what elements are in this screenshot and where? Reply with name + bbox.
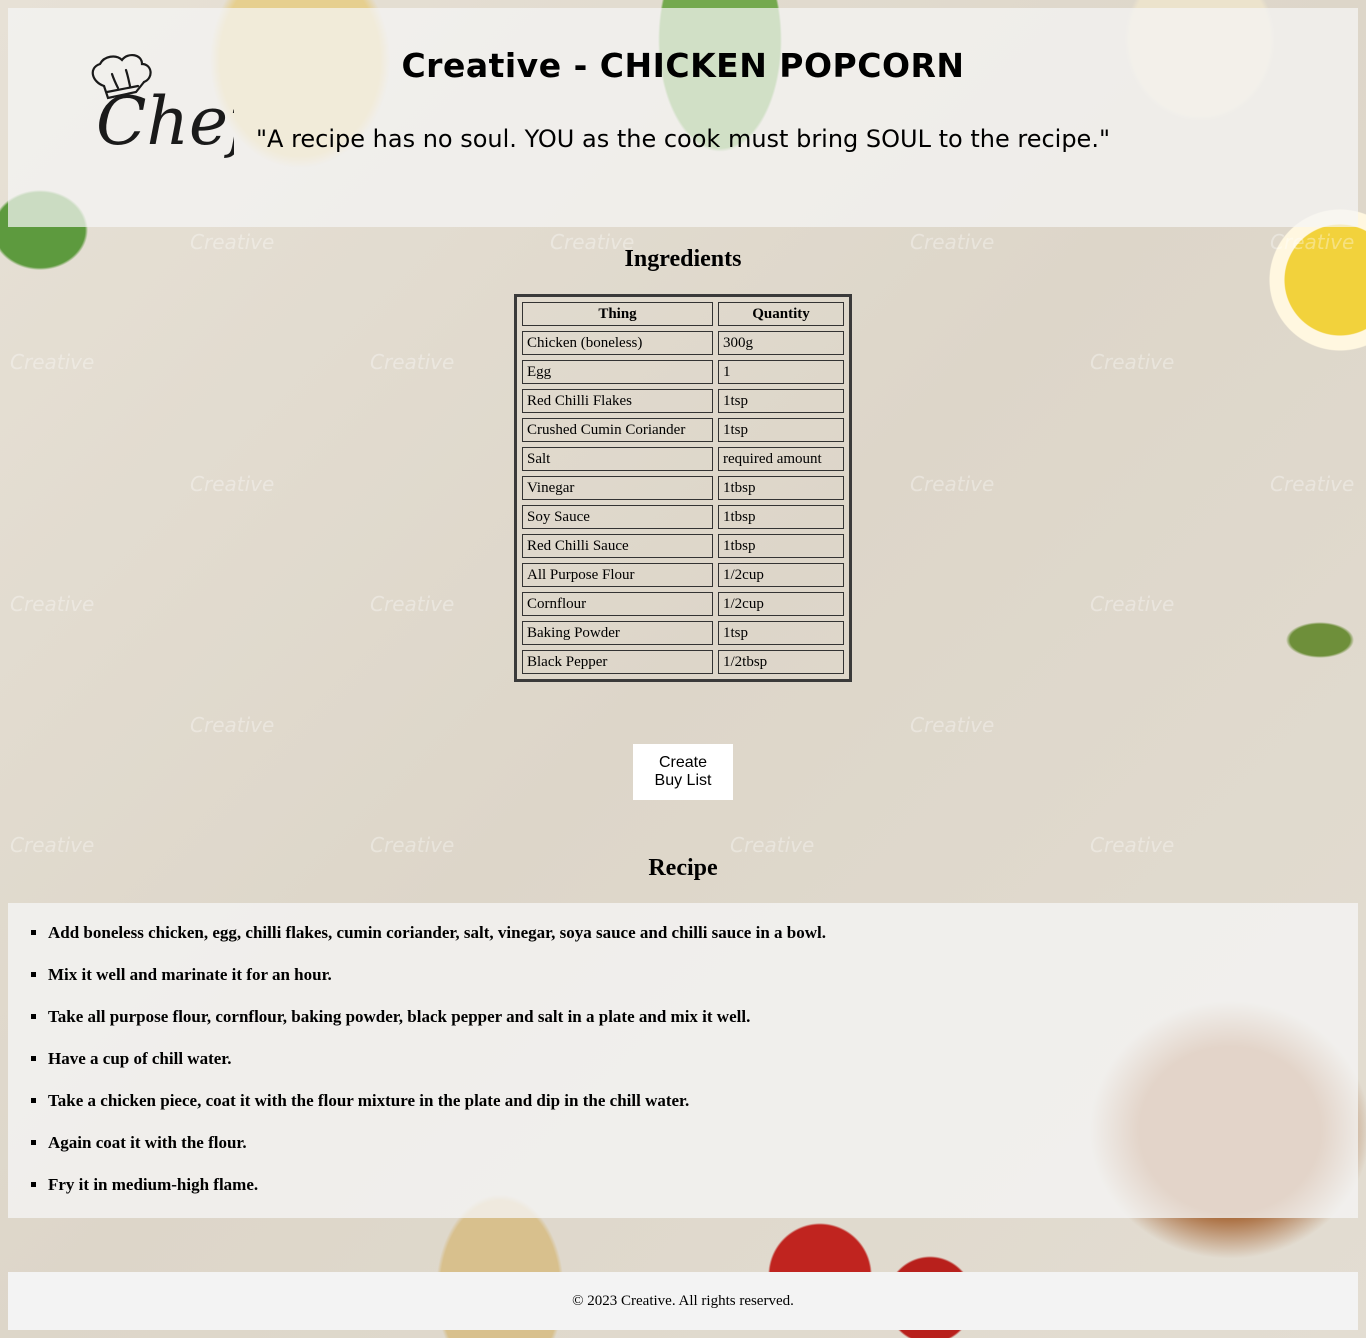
table-row: Red Chilli Sauce 1tbsp (522, 534, 844, 558)
column-header-thing: Thing (522, 302, 713, 326)
table-row: All Purpose Flour 1/2cup (522, 563, 844, 587)
ingredients-heading: Ingredients (624, 246, 742, 272)
ingredient-name: Egg (522, 360, 713, 384)
ingredient-quantity: 1/2cup (718, 563, 844, 587)
recipe-step: Add boneless chicken, egg, chilli flakes… (48, 923, 1358, 965)
ingredient-name: All Purpose Flour (522, 563, 713, 587)
page-title: Creative - CHICKEN POPCORN (401, 46, 965, 85)
site-header: Chef Creative - CHICKEN POPCORN "A recip… (8, 8, 1358, 227)
ingredient-name: Red Chilli Flakes (522, 389, 713, 413)
ingredient-name: Vinegar (522, 476, 713, 500)
background-watermark: Creative (910, 713, 995, 737)
ingredient-quantity: 1tsp (718, 389, 844, 413)
ingredient-quantity: 1tbsp (718, 505, 844, 529)
ingredient-name: Salt (522, 447, 713, 471)
background-watermark: Creative (370, 833, 455, 857)
ingredients-table: Thing Quantity Chicken (boneless) 300g Eg… (514, 294, 852, 682)
recipe-step: Fry it in medium-high flame. (48, 1175, 1358, 1217)
background-watermark: Creative (10, 592, 95, 616)
ingredient-name: Soy Sauce (522, 505, 713, 529)
background-watermark: Creative (1090, 833, 1175, 857)
table-row: Baking Powder 1tsp (522, 621, 844, 645)
table-row: Vinegar 1tbsp (522, 476, 844, 500)
table-row: Soy Sauce 1tbsp (522, 505, 844, 529)
table-row: Red Chilli Flakes 1tsp (522, 389, 844, 413)
ingredient-quantity: 1tbsp (718, 476, 844, 500)
recipe-heading: Recipe (648, 855, 718, 881)
svg-text:Chef: Chef (96, 83, 234, 160)
ingredient-name: Cornflour (522, 592, 713, 616)
ingredient-quantity: 1/2cup (718, 592, 844, 616)
ingredient-quantity: 1/2tbsp (718, 650, 844, 674)
background-watermark: Creative (730, 833, 815, 857)
background-watermark: Creative (10, 350, 95, 374)
ingredient-quantity: 1 (718, 360, 844, 384)
background-watermark: Creative (370, 350, 455, 374)
ingredient-name: Black Pepper (522, 650, 713, 674)
recipe-step: Have a cup of chill water. (48, 1049, 1358, 1091)
background-watermark: Creative (370, 592, 455, 616)
recipe-step: Take a chicken piece, coat it with the f… (48, 1091, 1358, 1133)
column-header-quantity: Quantity (718, 302, 844, 326)
ingredient-name: Red Chilli Sauce (522, 534, 713, 558)
background-watermark: Creative (190, 472, 275, 496)
background-watermark: Creative (10, 833, 95, 857)
background-watermark: Creative (1090, 592, 1175, 616)
ingredient-quantity: 300g (718, 331, 844, 355)
recipe-steps-list: Add boneless chicken, egg, chilli flakes… (8, 903, 1358, 1217)
background-watermark: Creative (910, 472, 995, 496)
recipe-step: Again coat it with the flour. (48, 1133, 1358, 1175)
ingredient-name: Baking Powder (522, 621, 713, 645)
table-row: Salt required amount (522, 447, 844, 471)
recipe-step: Mix it well and marinate it for an hour. (48, 965, 1358, 1007)
table-row: Egg 1 (522, 360, 844, 384)
ingredient-name: Chicken (boneless) (522, 331, 713, 355)
ingredient-quantity: required amount (718, 447, 844, 471)
table-row: Black Pepper 1/2tbsp (522, 650, 844, 674)
create-buy-list-button[interactable]: Create Buy List (633, 744, 733, 800)
table-row: Cornflour 1/2cup (522, 592, 844, 616)
background-watermark: Creative (1090, 350, 1175, 374)
ingredient-quantity: 1tsp (718, 418, 844, 442)
header-quote: "A recipe has no soul. YOU as the cook m… (255, 125, 1110, 153)
copyright-text: © 2023 Creative. All rights reserved. (572, 1293, 794, 1309)
table-row: Chicken (boneless) 300g (522, 331, 844, 355)
recipe-steps-panel: Add boneless chicken, egg, chilli flakes… (8, 903, 1358, 1218)
ingredient-quantity: 1tbsp (718, 534, 844, 558)
recipe-step: Take all purpose flour, cornflour, bakin… (48, 1007, 1358, 1049)
table-header-row: Thing Quantity (522, 302, 844, 326)
table-row: Crushed Cumin Coriander 1tsp (522, 418, 844, 442)
background-watermark: Creative (190, 713, 275, 737)
site-footer: © 2023 Creative. All rights reserved. (8, 1272, 1358, 1330)
ingredient-quantity: 1tsp (718, 621, 844, 645)
ingredient-name: Crushed Cumin Coriander (522, 418, 713, 442)
background-watermark: Creative (1270, 472, 1355, 496)
